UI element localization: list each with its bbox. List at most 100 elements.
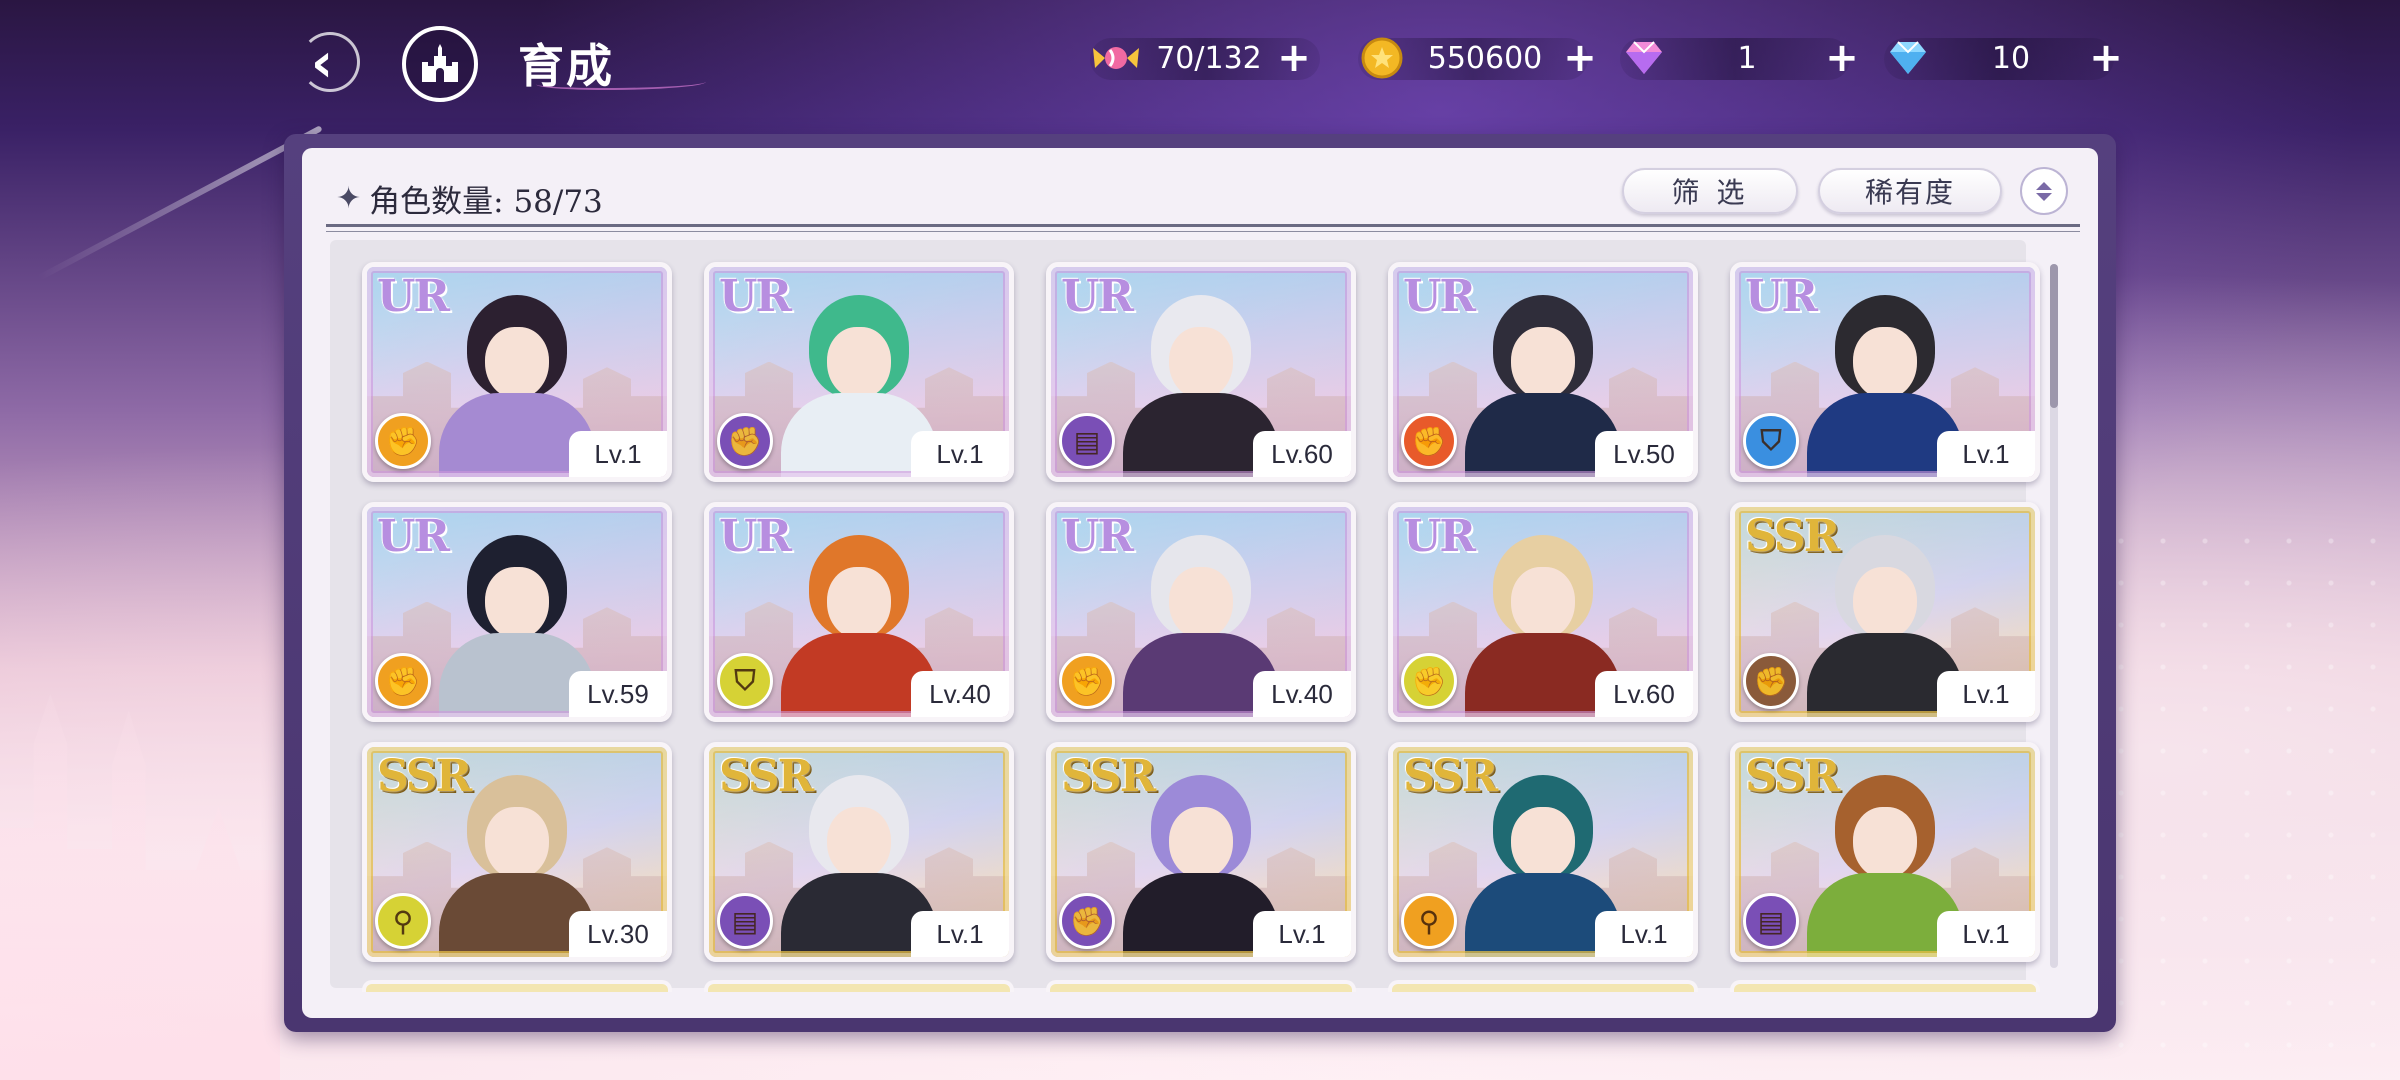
blue-diamond-icon [1880, 32, 1936, 84]
next-row-card-peek[interactable] [1730, 980, 2040, 992]
level-badge: Lv.1 [1937, 671, 2035, 717]
back-ring-decoration [300, 32, 360, 92]
role-fist-icon: ✊ [375, 413, 431, 469]
top-bar: ‹ 育成 70/132 + 550600 + 1 + 10 + [0, 0, 2400, 120]
character-card[interactable]: SSR ✊ Lv.1 [1046, 742, 1356, 962]
role-staff-icon: ⚲ [1401, 893, 1457, 949]
role-fist-icon: ✊ [717, 413, 773, 469]
background-pattern [2100, 520, 2400, 1080]
rarity-label: UR [1403, 271, 1476, 322]
filter-button[interactable]: 筛 选 [1622, 168, 1798, 214]
character-card[interactable]: SSR ▤ Lv.1 [704, 742, 1014, 962]
level-badge: Lv.1 [911, 431, 1009, 477]
resource-gold: 550600 + [1354, 32, 1600, 84]
level-badge: Lv.30 [569, 911, 667, 957]
character-count-text: 角色数量: 58/73 [369, 184, 603, 220]
rarity-label: UR [1403, 511, 1476, 562]
role-shield-icon: ⛉ [717, 653, 773, 709]
title-scribble-decoration [536, 76, 706, 90]
level-badge: Lv.1 [1595, 911, 1693, 957]
blue-diamond-value: 10 [1991, 40, 2031, 76]
level-badge: Lv.1 [569, 431, 667, 477]
role-fist-icon: ✊ [1401, 413, 1457, 469]
character-card[interactable]: SSR ⚲ Lv.30 [362, 742, 672, 962]
gold-value: 550600 [1427, 40, 1543, 76]
character-card[interactable]: UR ⛉ Lv.40 [704, 502, 1014, 722]
sort-rarity-button[interactable]: 稀有度 [1818, 168, 2002, 214]
background-castle [0, 693, 280, 1080]
character-count: ✦ 角色数量: 58/73 [336, 176, 603, 221]
role-book-icon: ▤ [717, 893, 773, 949]
add-blue-diamond-button[interactable]: + [2086, 38, 2126, 78]
rarity-label: UR [1745, 271, 1818, 322]
character-card[interactable]: SSR ⚲ Lv.1 [1388, 742, 1698, 962]
castle-icon [422, 44, 458, 82]
next-row-card-peek[interactable] [362, 980, 672, 992]
rarity-label: SSR [719, 751, 814, 802]
character-card[interactable]: UR ✊ Lv.1 [704, 262, 1014, 482]
panel-divider-thin [326, 231, 2080, 232]
add-pink-diamond-button[interactable]: + [1822, 38, 1862, 78]
rarity-label: UR [719, 511, 792, 562]
level-badge: Lv.59 [569, 671, 667, 717]
character-card[interactable]: UR ⛉ Lv.1 [1730, 262, 2040, 482]
character-card[interactable]: UR ✊ Lv.60 [1388, 502, 1698, 722]
pink-diamond-value: 1 [1737, 40, 1757, 76]
sort-up-icon [2036, 181, 2052, 190]
character-card[interactable]: UR ✊ Lv.40 [1046, 502, 1356, 722]
level-badge: Lv.60 [1595, 671, 1693, 717]
next-row-card-peek[interactable] [704, 980, 1014, 992]
background-streak [37, 125, 323, 281]
rarity-label: SSR [1403, 751, 1498, 802]
level-badge: Lv.1 [1253, 911, 1351, 957]
character-card[interactable]: UR ✊ Lv.59 [362, 502, 672, 722]
character-card[interactable]: SSR ✊ Lv.1 [1730, 502, 2040, 722]
candy-value: 70/132 [1156, 40, 1262, 76]
resource-candy: 70/132 + [1088, 32, 1314, 84]
level-badge: Lv.1 [911, 911, 1009, 957]
sort-down-icon [2036, 192, 2052, 201]
level-badge: Lv.60 [1253, 431, 1351, 477]
sort-order-toggle[interactable] [2020, 167, 2068, 215]
resource-pink-diamond: 1 + [1616, 32, 1862, 84]
rarity-label: UR [377, 511, 450, 562]
role-fist-icon: ✊ [1059, 893, 1115, 949]
sparkle-icon: ✦ [336, 181, 362, 216]
level-badge: Lv.40 [1253, 671, 1351, 717]
level-badge: Lv.40 [911, 671, 1009, 717]
next-row-card-peek[interactable] [1388, 980, 1698, 992]
character-card[interactable]: UR ✊ Lv.50 [1388, 262, 1698, 482]
back-button[interactable]: ‹ [282, 28, 362, 96]
resource-blue-diamond: 10 + [1880, 32, 2126, 84]
rarity-label: UR [719, 271, 792, 322]
level-badge: Lv.50 [1595, 431, 1693, 477]
rarity-label: SSR [1061, 751, 1156, 802]
add-gold-button[interactable]: + [1560, 38, 1600, 78]
role-shield-icon: ⛉ [1743, 413, 1799, 469]
candy-icon [1088, 32, 1144, 84]
role-fist-icon: ✊ [1401, 653, 1457, 709]
role-fist-icon: ✊ [1743, 653, 1799, 709]
home-button[interactable] [402, 26, 478, 102]
character-card[interactable]: SSR ▤ Lv.1 [1730, 742, 2040, 962]
role-staff-icon: ⚲ [375, 893, 431, 949]
rarity-label: SSR [377, 751, 472, 802]
panel-divider [326, 224, 2080, 227]
rarity-label: SSR [1745, 751, 1840, 802]
add-candy-button[interactable]: + [1274, 38, 1314, 78]
scrollbar-thumb[interactable] [2050, 264, 2058, 408]
next-row-card-peek[interactable] [1046, 980, 1356, 992]
rarity-label: UR [1061, 511, 1134, 562]
rarity-label: UR [1061, 271, 1134, 322]
pink-diamond-icon [1616, 32, 1672, 84]
rarity-label: UR [377, 271, 450, 322]
role-book-icon: ▤ [1743, 893, 1799, 949]
level-badge: Lv.1 [1937, 431, 2035, 477]
role-book-icon: ▤ [1059, 413, 1115, 469]
gold-coin-icon [1354, 32, 1410, 84]
rarity-label: SSR [1745, 511, 1840, 562]
role-fist-icon: ✊ [375, 653, 431, 709]
role-fist-icon: ✊ [1059, 653, 1115, 709]
character-card[interactable]: UR ▤ Lv.60 [1046, 262, 1356, 482]
character-card[interactable]: UR ✊ Lv.1 [362, 262, 672, 482]
